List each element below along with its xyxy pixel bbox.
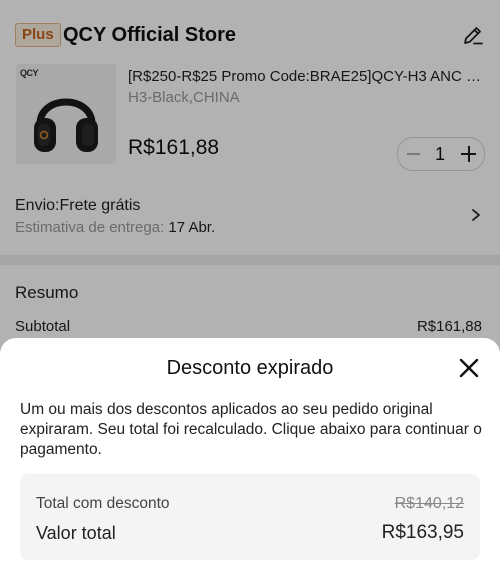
dialog-message: Um ou mais dos descontos aplicados ao se…	[20, 401, 482, 458]
total-label: Valor total	[36, 523, 116, 543]
discount-total-label: Total com desconto	[36, 495, 170, 512]
totals-box: Total com desconto R$140,12 Valor total …	[20, 474, 480, 560]
close-icon[interactable]	[459, 358, 479, 378]
discount-total-value: R$140,12	[394, 495, 464, 512]
total-value: R$163,95	[381, 522, 464, 543]
discount-expired-dialog: Desconto expirado Um ou mais dos descont…	[0, 338, 500, 567]
dialog-title: Desconto expirado	[166, 357, 334, 379]
